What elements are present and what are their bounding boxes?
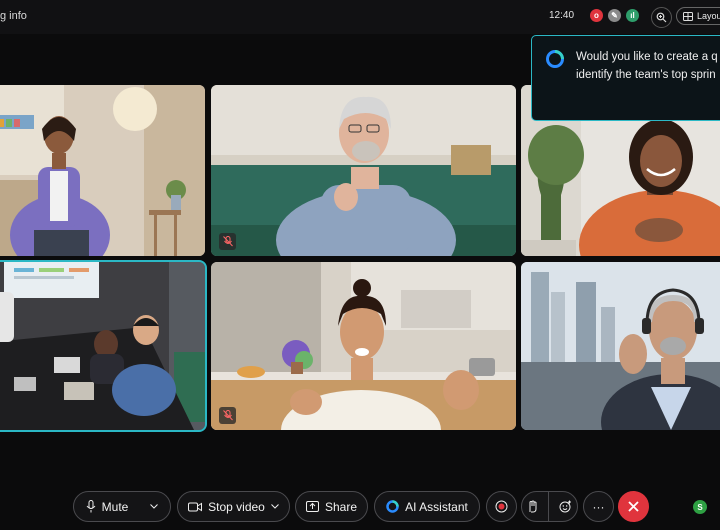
muted-indicator	[219, 233, 236, 250]
whiteboard-app-icon[interactable]: ✎	[608, 9, 621, 22]
camera-icon	[188, 502, 203, 511]
connection-status-badge[interactable]: S	[693, 500, 707, 514]
meeting-info-link[interactable]: g info	[0, 10, 27, 22]
record-button[interactable]	[486, 491, 517, 522]
mic-off-icon	[222, 410, 233, 421]
ai-assistant-icon	[546, 50, 564, 68]
chevron-down-icon[interactable]	[150, 504, 159, 509]
participant-video-older-man	[211, 85, 516, 256]
chevron-down-icon[interactable]	[271, 504, 279, 509]
popup-line-1: Would you like to create a q	[576, 51, 718, 63]
participant-tile-conference-room[interactable]	[0, 260, 207, 432]
more-options-button[interactable]: ···	[583, 491, 614, 522]
mute-control[interactable]: Mute	[73, 491, 171, 522]
top-bar: g info 12:40 o ✎ ıl Layou	[0, 0, 720, 34]
layout-button[interactable]: Layou	[676, 7, 720, 25]
share-button[interactable]: Share	[295, 491, 368, 522]
ai-assistant-button[interactable]: AI Assistant	[374, 491, 480, 522]
record-app-icon[interactable]: o	[590, 9, 603, 22]
reactions-group	[521, 491, 578, 522]
share-screen-icon	[305, 501, 319, 512]
microphone-icon	[86, 500, 96, 513]
participant-video-man-headset	[521, 262, 720, 430]
muted-indicator	[219, 407, 236, 424]
record-icon	[495, 500, 508, 513]
stop-video-button-label: Stop video	[208, 499, 265, 514]
participant-tile-man-headset[interactable]	[521, 262, 720, 430]
popup-line-2: identify the team's top sprin	[576, 69, 716, 81]
stats-app-icon[interactable]: ıl	[626, 9, 639, 22]
layout-grid-icon	[683, 11, 693, 21]
mute-button-label: Mute	[101, 499, 129, 514]
zoom-button[interactable]	[651, 7, 672, 28]
zoom-icon	[656, 12, 667, 23]
layout-label: Layou	[697, 11, 720, 21]
participant-tile-woman-kitchen[interactable]	[211, 262, 516, 430]
meeting-clock: 12:40	[549, 10, 575, 21]
ai-suggestion-popup[interactable]: Would you like to create a q identify th…	[531, 35, 720, 121]
emoji-reaction-icon[interactable]	[559, 500, 572, 513]
participant-tile-office-woman[interactable]	[0, 85, 205, 256]
leave-meeting-button[interactable]	[618, 491, 649, 522]
ai-assistant-button-label: AI Assistant	[405, 499, 468, 514]
more-options-label: ···	[592, 499, 605, 514]
mic-off-icon	[222, 236, 233, 247]
stop-video-control[interactable]: Stop video	[177, 491, 290, 522]
participant-video-office-woman	[0, 85, 205, 256]
raise-hand-icon[interactable]	[527, 500, 539, 513]
participant-video-conference-room	[0, 262, 205, 430]
share-button-label: Share	[324, 499, 358, 514]
participant-tile-older-man[interactable]	[211, 85, 516, 256]
popup-message: Would you like to create a q identify th…	[576, 48, 718, 84]
ai-assistant-icon	[386, 500, 399, 513]
close-icon	[628, 501, 639, 512]
participant-video-woman-kitchen	[211, 262, 516, 430]
